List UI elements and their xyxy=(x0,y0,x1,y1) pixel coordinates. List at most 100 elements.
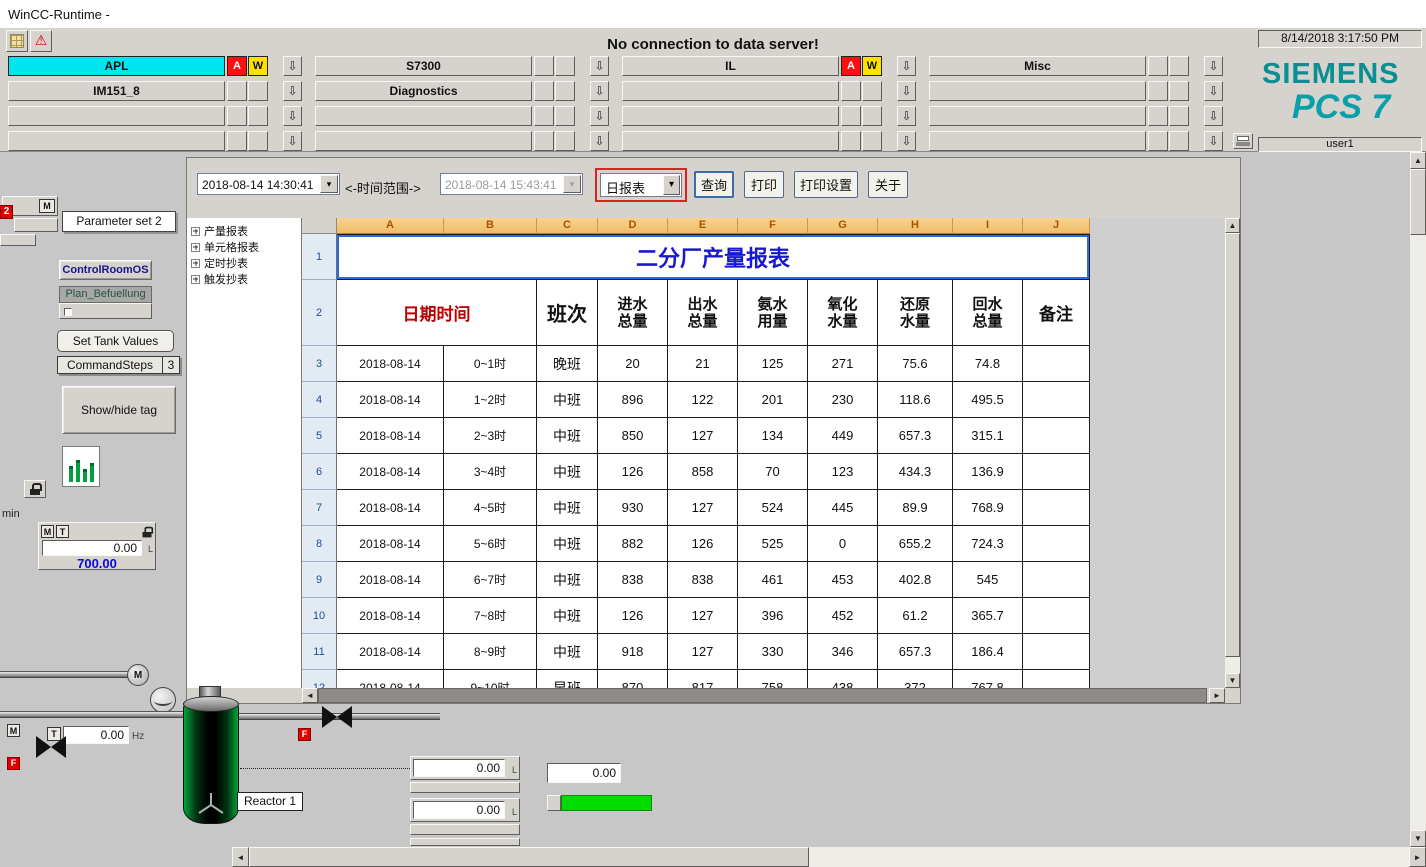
warning-badge[interactable] xyxy=(862,81,882,101)
warning-badge[interactable] xyxy=(248,106,268,126)
show-hide-tag-button[interactable]: Show/hide tag xyxy=(62,386,176,434)
nav-button[interactable] xyxy=(8,131,225,151)
nav-button[interactable] xyxy=(929,106,1146,126)
expand-down-icon[interactable]: ⇩ xyxy=(590,81,609,101)
warning-badge[interactable] xyxy=(862,131,882,151)
alarm-ack-badge[interactable] xyxy=(534,56,554,76)
nav-button-s7300[interactable]: S7300 xyxy=(315,56,532,76)
data-cell[interactable]: 118.6 xyxy=(878,382,953,418)
data-cell[interactable]: 724.3 xyxy=(953,526,1023,562)
report-title-cell[interactable]: 二分厂产量报表 xyxy=(337,234,1090,280)
set-tank-values-button[interactable]: Set Tank Values xyxy=(57,330,174,352)
alarm-ack-badge[interactable] xyxy=(1148,81,1168,101)
data-cell[interactable]: 127 xyxy=(668,634,738,670)
data-cell[interactable]: 2018-08-14 xyxy=(337,562,444,598)
header-cell[interactable]: 氨水用量 xyxy=(738,280,808,346)
data-cell[interactable]: 396 xyxy=(738,598,808,634)
warning-badge[interactable]: W xyxy=(248,56,268,76)
data-cell[interactable]: 9~10时 xyxy=(444,670,537,688)
expand-down-icon[interactable]: ⇩ xyxy=(590,56,609,76)
column-header-I[interactable]: I xyxy=(953,218,1023,234)
data-cell[interactable]: 858 xyxy=(668,454,738,490)
tree-item-单元格报表[interactable]: 单元格报表 xyxy=(187,239,301,255)
expand-down-icon[interactable]: ⇩ xyxy=(1204,106,1223,126)
data-cell[interactable] xyxy=(1023,670,1090,688)
data-cell[interactable]: 20 xyxy=(598,346,668,382)
about-button[interactable]: 关于 xyxy=(868,171,908,198)
scroll-right-icon[interactable]: ► xyxy=(1409,847,1426,867)
data-cell[interactable]: 123 xyxy=(808,454,878,490)
data-cell[interactable]: 6~7时 xyxy=(444,562,537,598)
expand-down-icon[interactable]: ⇩ xyxy=(590,106,609,126)
nav-button[interactable] xyxy=(929,81,1146,101)
data-cell[interactable]: 315.1 xyxy=(953,418,1023,454)
reactor-tank[interactable] xyxy=(183,702,239,824)
row-header[interactable]: 3 xyxy=(302,346,337,382)
nav-button[interactable] xyxy=(315,106,532,126)
alarm-ack-badge[interactable] xyxy=(534,131,554,151)
data-cell[interactable]: 445 xyxy=(808,490,878,526)
data-cell[interactable]: 125 xyxy=(738,346,808,382)
expand-down-icon[interactable]: ⇩ xyxy=(1204,56,1223,76)
data-cell[interactable]: 126 xyxy=(598,598,668,634)
data-cell[interactable]: 346 xyxy=(808,634,878,670)
expand-down-icon[interactable]: ⇩ xyxy=(283,106,302,126)
date-picker-button[interactable]: ▾ xyxy=(320,175,338,193)
column-header-D[interactable]: D xyxy=(598,218,668,234)
data-cell[interactable]: 61.2 xyxy=(878,598,953,634)
data-cell[interactable]: 89.9 xyxy=(878,490,953,526)
column-header-C[interactable]: C xyxy=(537,218,598,234)
data-cell[interactable]: 中班 xyxy=(537,490,598,526)
expand-down-icon[interactable]: ⇩ xyxy=(897,81,916,101)
data-cell[interactable]: 365.7 xyxy=(953,598,1023,634)
vscroll-thumb[interactable] xyxy=(1410,169,1426,235)
print-report-button[interactable]: 打印 xyxy=(744,171,784,198)
nav-button[interactable] xyxy=(622,106,839,126)
trend-faceplate-button[interactable] xyxy=(62,446,100,487)
data-cell[interactable]: 中班 xyxy=(537,382,598,418)
data-cell[interactable]: 0~1时 xyxy=(444,346,537,382)
data-cell[interactable]: 7~8时 xyxy=(444,598,537,634)
frequency-field[interactable]: 0.00 xyxy=(63,726,129,744)
data-cell[interactable]: 655.2 xyxy=(878,526,953,562)
data-cell[interactable] xyxy=(1023,490,1090,526)
level1-field[interactable]: 0.00 xyxy=(413,759,505,777)
nav-button-im151_8[interactable]: IM151_8 xyxy=(8,81,225,101)
nav-button-il[interactable]: IL xyxy=(622,56,839,76)
nav-button[interactable] xyxy=(315,131,532,151)
warning-badge[interactable] xyxy=(1169,56,1189,76)
alarm-ack-badge[interactable] xyxy=(841,81,861,101)
data-cell[interactable]: 21 xyxy=(668,346,738,382)
expand-down-icon[interactable]: ⇩ xyxy=(897,106,916,126)
data-cell[interactable]: 271 xyxy=(808,346,878,382)
data-cell[interactable]: 882 xyxy=(598,526,668,562)
faceplate-bar-3[interactable] xyxy=(0,234,36,246)
data-cell[interactable]: 545 xyxy=(953,562,1023,598)
data-cell[interactable]: 2018-08-14 xyxy=(337,418,444,454)
data-cell[interactable]: 5~6时 xyxy=(444,526,537,562)
data-cell[interactable] xyxy=(1023,562,1090,598)
data-cell[interactable]: 2018-08-14 xyxy=(337,526,444,562)
column-header-E[interactable]: E xyxy=(668,218,738,234)
valve-left-icon[interactable] xyxy=(36,736,66,758)
data-cell[interactable]: 中班 xyxy=(537,562,598,598)
data-cell[interactable] xyxy=(1023,634,1090,670)
data-cell[interactable]: 330 xyxy=(738,634,808,670)
dose-value-field[interactable]: 0.00 xyxy=(42,540,142,556)
data-cell[interactable]: 2018-08-14 xyxy=(337,346,444,382)
tree-item-产量报表[interactable]: 产量报表 xyxy=(187,223,301,239)
row-header[interactable]: 10 xyxy=(302,598,337,634)
header-cell[interactable]: 氧化水量 xyxy=(808,280,878,346)
data-cell[interactable]: 870 xyxy=(598,670,668,688)
control-room-button[interactable]: ControlRoomOS xyxy=(59,260,152,280)
expand-down-icon[interactable]: ⇩ xyxy=(1204,131,1223,151)
column-header-H[interactable]: H xyxy=(878,218,953,234)
valve-m-box[interactable]: M xyxy=(7,724,20,737)
data-cell[interactable]: 461 xyxy=(738,562,808,598)
data-cell[interactable]: 768.9 xyxy=(953,490,1023,526)
data-cell[interactable]: 817 xyxy=(668,670,738,688)
valve-right-icon[interactable] xyxy=(322,706,352,728)
warning-badge[interactable] xyxy=(248,81,268,101)
warning-badge[interactable] xyxy=(1169,81,1189,101)
report-type-dropdown[interactable]: 日报表 ▾ xyxy=(600,173,682,197)
